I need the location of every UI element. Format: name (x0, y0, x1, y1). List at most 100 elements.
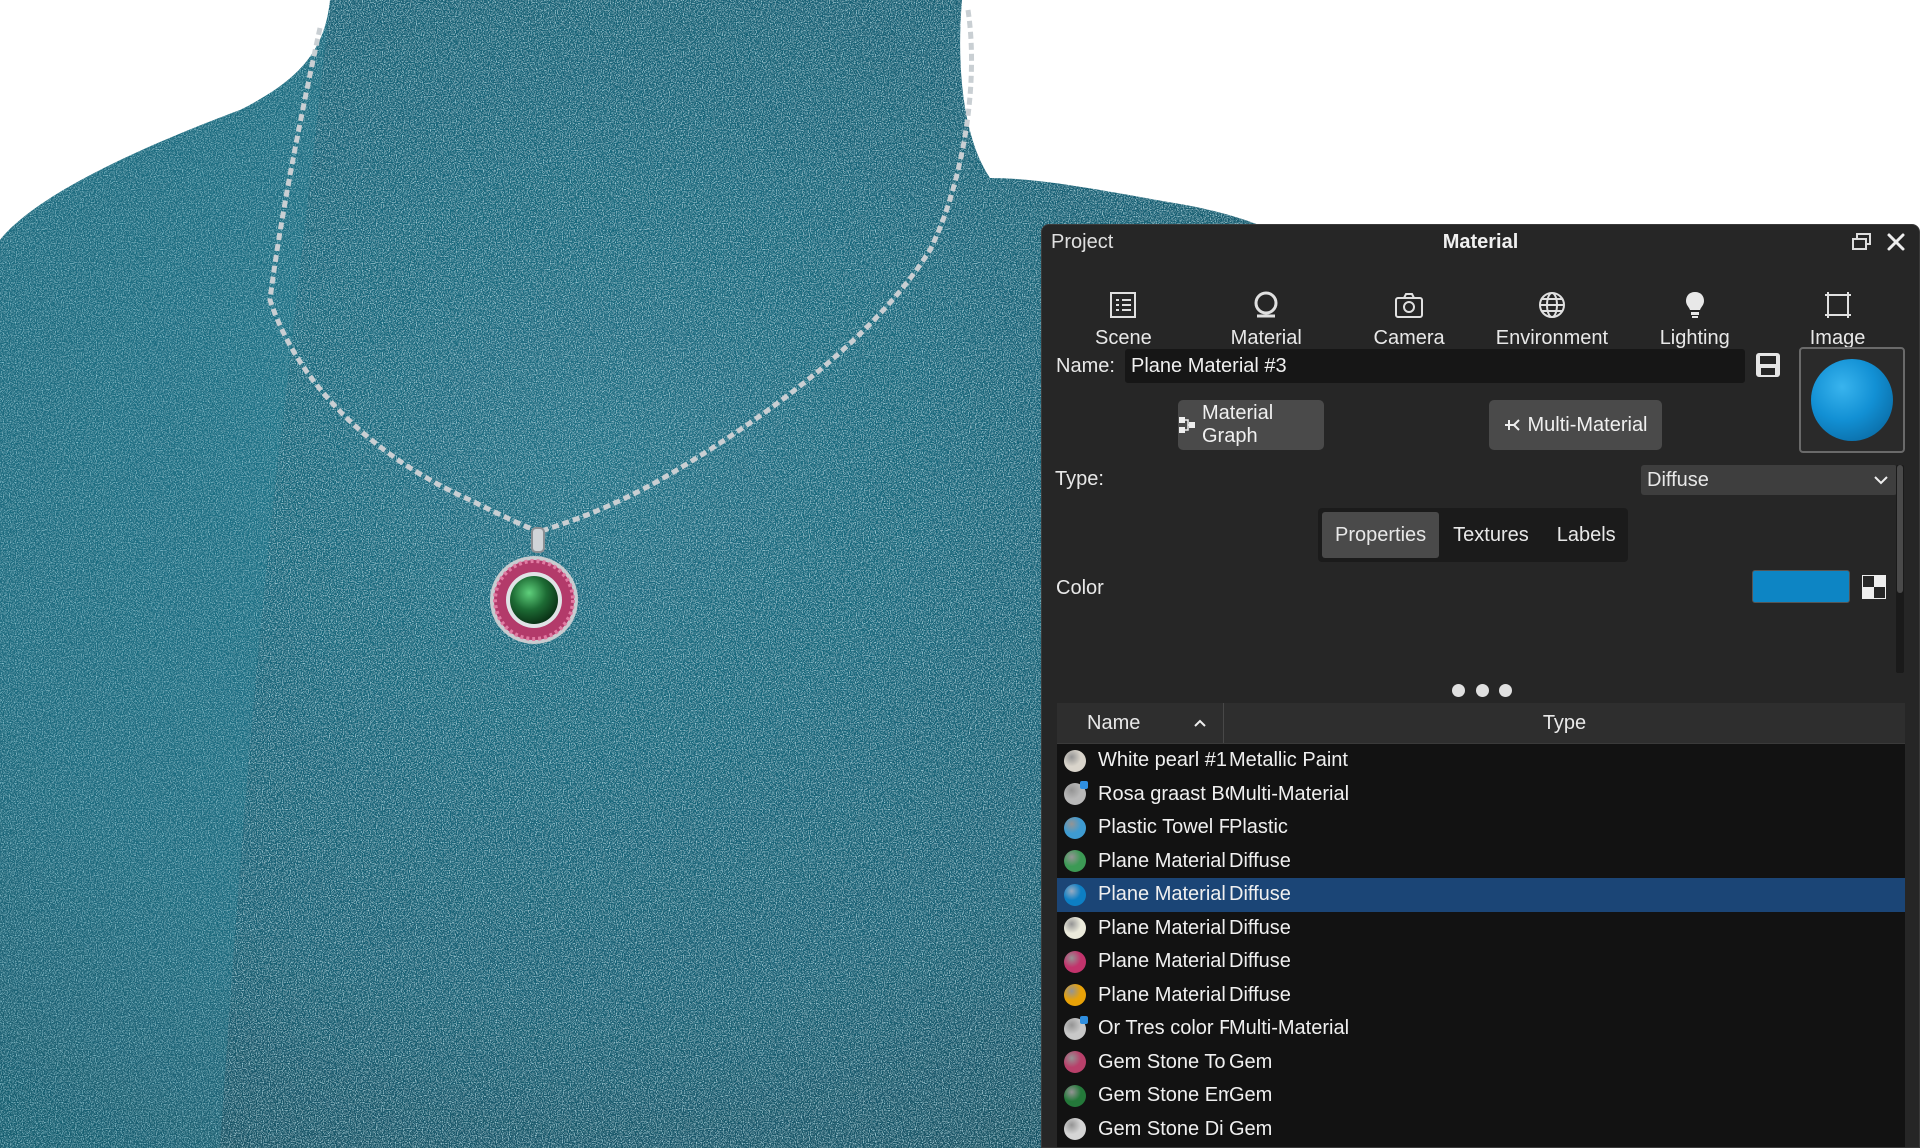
row-name: Plane Material (1098, 950, 1226, 973)
table-row[interactable]: Plastic Towel F Plastic (1057, 811, 1905, 845)
subtab-labels[interactable]: Labels (1543, 512, 1630, 558)
row-name: Or Tres color F (1098, 1017, 1229, 1040)
properties-scrollbar[interactable] (1896, 465, 1904, 673)
table-row[interactable]: Gem Stone Em Gem (1057, 1079, 1905, 1113)
row-type: Plastic (1229, 816, 1288, 839)
row-type: Multi-Material (1229, 782, 1350, 805)
row-type: Diffuse (1229, 883, 1291, 906)
material-swatch-icon (1064, 1084, 1086, 1107)
close-icon (1887, 233, 1905, 251)
material-swatch-icon (1064, 1118, 1086, 1141)
table-row[interactable]: Rosa graast BC Multi-Material (1057, 778, 1905, 812)
multi-material-badge-icon (1080, 1015, 1088, 1024)
column-header-name[interactable]: Name (1057, 703, 1224, 743)
row-type: Gem (1229, 1117, 1273, 1140)
name-label: Name: (1056, 355, 1115, 377)
panel-title: Material (1442, 231, 1519, 253)
row-name: Gem Stone Em (1098, 1084, 1229, 1107)
restore-window-button[interactable] (1849, 229, 1875, 255)
bulb-icon (1684, 289, 1706, 321)
multi-material-badge-icon (1080, 781, 1088, 790)
image-frame-icon (1824, 289, 1852, 321)
globe-icon (1538, 289, 1566, 321)
row-name: Plastic Towel F (1098, 816, 1229, 839)
tab-scene[interactable]: Scene (1052, 263, 1195, 359)
save-material-icon[interactable] (1754, 351, 1782, 385)
material-swatch-icon (1064, 984, 1086, 1007)
material-graph-button[interactable]: Material Graph (1178, 400, 1324, 450)
panel-tabs: Scene Material Camera Environment Lighti… (1052, 263, 1909, 359)
type-label: Type: (1055, 468, 1104, 490)
table-row[interactable]: Plane Material Diffuse (1057, 878, 1905, 912)
color-swatch[interactable] (1752, 570, 1850, 603)
table-row[interactable]: Plane Material Diffuse (1057, 945, 1905, 979)
row-type: Multi-Material (1229, 1017, 1350, 1040)
table-row[interactable]: Plane Material Diffuse (1057, 979, 1905, 1013)
multi-material-label: Multi-Material (1527, 413, 1648, 436)
row-type: Gem (1229, 1050, 1273, 1073)
camera-icon (1394, 289, 1424, 321)
row-name: Plane Material (1098, 916, 1226, 939)
pendant (490, 556, 578, 644)
tab-label: Camera (1373, 327, 1445, 349)
restore-icon (1852, 233, 1871, 250)
row-type: Diffuse (1229, 983, 1291, 1006)
table-row[interactable]: Plane Material Diffuse (1057, 912, 1905, 946)
material-swatch-icon (1064, 1015, 1088, 1040)
material-swatch-icon (1064, 950, 1086, 973)
material-swatch-icon (1064, 883, 1086, 906)
texture-checker-icon[interactable] (1861, 574, 1887, 605)
table-row[interactable]: Gem Stone Di Gem (1057, 1113, 1905, 1147)
preview-sphere (1811, 359, 1893, 441)
material-icon (1252, 289, 1280, 321)
tab-image[interactable]: Image (1766, 263, 1909, 359)
material-swatch-icon (1064, 850, 1086, 873)
row-name: Gem Stone To (1098, 1050, 1226, 1073)
tab-label: Environment (1495, 327, 1609, 349)
table-row[interactable]: White pearl #1 Metallic Paint (1057, 744, 1905, 778)
panel-header: Project Material (1042, 225, 1919, 261)
row-type: Diffuse (1229, 849, 1291, 872)
tab-lighting[interactable]: Lighting (1623, 263, 1766, 359)
tab-label: Scene (1095, 327, 1152, 349)
column-name-label: Name (1087, 711, 1141, 734)
row-name: Plane Material (1098, 883, 1226, 906)
column-header-type[interactable]: Type (1224, 703, 1905, 743)
multi-material-button[interactable]: Multi-Material (1489, 400, 1662, 450)
tab-label: Material (1230, 327, 1302, 349)
list-header: Name Type (1057, 703, 1905, 744)
sort-ascending-icon (1194, 719, 1206, 727)
row-name: White pearl #1 (1098, 749, 1227, 772)
row-name: Plane Material (1098, 849, 1226, 872)
row-type: Diffuse (1229, 916, 1291, 939)
tab-camera[interactable]: Camera (1338, 263, 1481, 359)
table-row[interactable]: Gem Stone To Gem (1057, 1046, 1905, 1080)
row-name: Plane Material (1098, 983, 1226, 1006)
material-graph-label: Material Graph (1202, 402, 1274, 447)
color-label: Color (1056, 577, 1104, 599)
scrollbar-thumb[interactable] (1897, 465, 1903, 593)
subtab-properties[interactable]: Properties (1322, 512, 1440, 558)
material-type-select[interactable]: Diffuse (1641, 465, 1897, 495)
more-options-button[interactable] (1452, 680, 1512, 700)
close-panel-button[interactable] (1883, 229, 1909, 255)
list-icon (1109, 289, 1137, 321)
column-type-label: Type (1542, 711, 1587, 734)
material-name-input[interactable]: Plane Material #3 (1125, 349, 1745, 383)
tab-material[interactable]: Material (1194, 263, 1338, 359)
material-swatch-icon (1064, 781, 1088, 806)
table-row[interactable]: Or Tres color F Multi-Material (1057, 1012, 1905, 1046)
type-value: Diffuse (1647, 468, 1709, 491)
material-panel: Project Material Scene Material Camera E… (1041, 224, 1920, 1148)
tab-environment[interactable]: Environment (1480, 263, 1623, 359)
material-swatch-icon (1064, 1051, 1086, 1074)
table-row[interactable]: Plane Material Diffuse (1057, 845, 1905, 879)
material-swatch-icon (1064, 749, 1086, 772)
material-preview[interactable] (1799, 347, 1905, 453)
render-viewport[interactable]: Project Material Scene Material Camera E… (0, 0, 1920, 1148)
row-type: Gem (1229, 1084, 1273, 1107)
graph-icon (1178, 416, 1196, 434)
material-list: Name Type White pearl #1 Metallic Paint Ro… (1057, 703, 1905, 1147)
subtab-textures[interactable]: Textures (1439, 512, 1543, 558)
tab-label: Lighting (1659, 327, 1730, 349)
